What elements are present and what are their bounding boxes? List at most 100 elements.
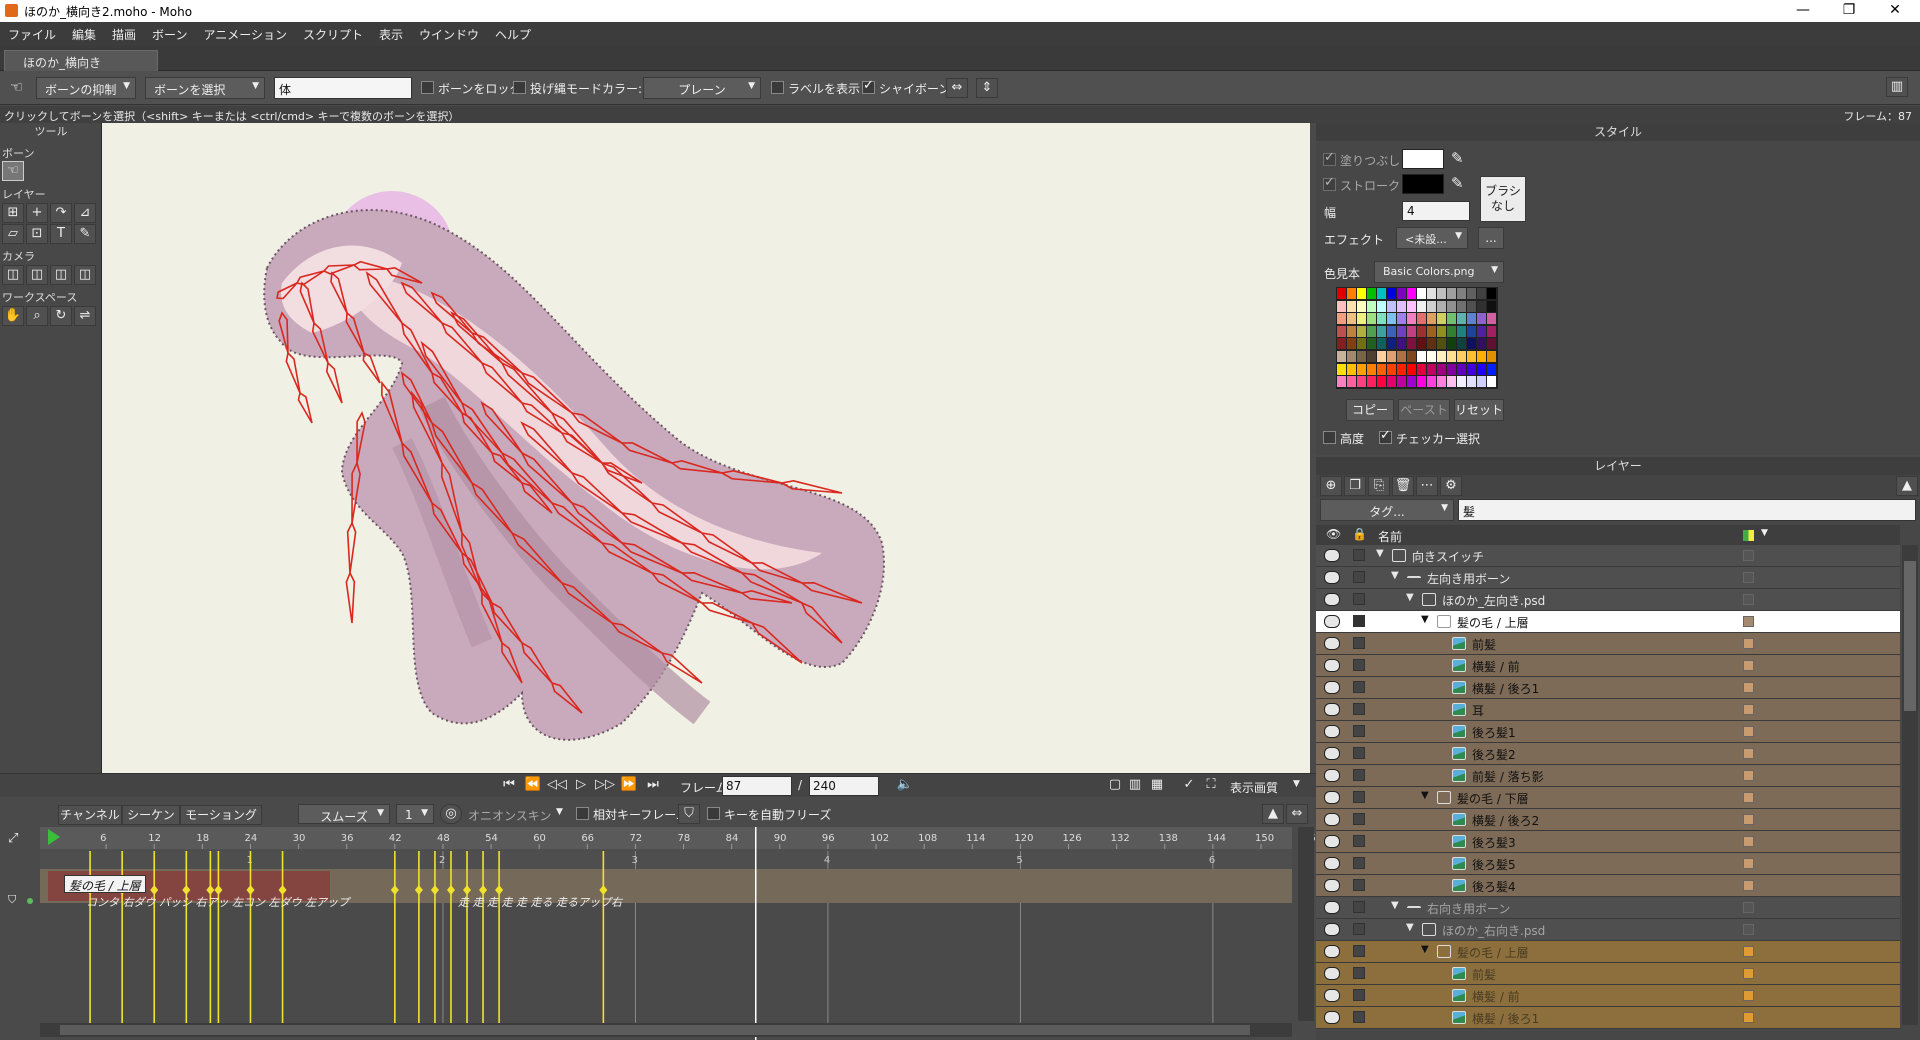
- text-tool[interactable]: T: [50, 224, 72, 244]
- palette-swatch[interactable]: [1447, 363, 1456, 375]
- bone[interactable]: [297, 391, 313, 424]
- quality-dropdown-icon[interactable]: ▼: [1293, 779, 1300, 789]
- timeline-v-scrollbar[interactable]: [1298, 827, 1314, 1021]
- layer-search-input[interactable]: 髪: [1458, 499, 1916, 521]
- step-back-icon[interactable]: ⏪: [522, 776, 544, 796]
- menu-help[interactable]: ヘルプ: [487, 22, 539, 47]
- palette-swatch[interactable]: [1487, 300, 1496, 312]
- palette-swatch[interactable]: [1477, 338, 1486, 350]
- eye-icon[interactable]: [1324, 769, 1340, 782]
- eye-icon[interactable]: [1324, 923, 1340, 936]
- expand-toggle-icon[interactable]: ▼: [1391, 570, 1399, 581]
- lasso-mode-checkbox[interactable]: [513, 81, 526, 94]
- camera-zoom-tool[interactable]: ◫: [26, 265, 48, 285]
- layer-row[interactable]: 後ろ髪4: [1316, 875, 1900, 897]
- eye-icon[interactable]: [1324, 879, 1340, 892]
- brush-button[interactable]: ブラシ なし: [1480, 176, 1526, 222]
- eye-icon[interactable]: [1324, 1011, 1340, 1024]
- palette-swatch[interactable]: [1347, 376, 1356, 388]
- palette-swatch[interactable]: [1487, 338, 1496, 350]
- palette-swatch[interactable]: [1377, 376, 1386, 388]
- transform-layer-tool[interactable]: ⊞: [2, 203, 24, 223]
- layer-color-tag[interactable]: [1743, 792, 1754, 803]
- bone-name-input[interactable]: 体: [274, 77, 412, 99]
- palette-swatch[interactable]: [1417, 325, 1426, 337]
- layer-color-tag[interactable]: [1743, 814, 1754, 825]
- fill-color-swatch[interactable]: [1402, 149, 1444, 169]
- total-frames-input[interactable]: 240: [809, 776, 879, 796]
- palette-swatch[interactable]: [1367, 351, 1376, 362]
- layer-row[interactable]: 横髪 / 後ろ1: [1316, 677, 1900, 699]
- fill-eyedropper-icon[interactable]: ✎: [1451, 149, 1464, 167]
- palette-swatch[interactable]: [1457, 376, 1466, 388]
- show-label-checkbox[interactable]: [771, 81, 784, 94]
- palette-swatch[interactable]: [1457, 338, 1466, 350]
- layer-color-tag[interactable]: [1743, 858, 1754, 869]
- expand-toggle-icon[interactable]: ▼: [1406, 592, 1414, 603]
- translate-layer-tool[interactable]: +: [26, 203, 48, 223]
- layer-lock-toggle[interactable]: [1353, 945, 1365, 957]
- bone[interactable]: [345, 571, 356, 624]
- palette-swatch[interactable]: [1447, 300, 1456, 312]
- palette-swatch[interactable]: [1417, 338, 1426, 350]
- bone-constraint-dropdown[interactable]: ボーンの抑制 ▼: [36, 77, 136, 99]
- layer-row[interactable]: ▼ 髪の毛 / 上層: [1316, 611, 1900, 633]
- eye-icon[interactable]: [1324, 791, 1340, 804]
- layer-row[interactable]: ▼ 左向き用ボーン: [1316, 567, 1900, 589]
- expand-toggle-icon[interactable]: ▼: [1406, 922, 1414, 933]
- palette-swatch[interactable]: [1437, 351, 1446, 362]
- palette-swatch[interactable]: [1347, 325, 1356, 337]
- palette-swatch[interactable]: [1457, 351, 1466, 362]
- palette-swatch[interactable]: [1397, 363, 1406, 375]
- eye-icon[interactable]: [1324, 835, 1340, 848]
- palette-swatch[interactable]: [1437, 376, 1446, 388]
- layer-row[interactable]: 前髪 / 落ち影: [1316, 765, 1900, 787]
- layer-lock-toggle[interactable]: [1353, 835, 1365, 847]
- palette-swatch[interactable]: [1377, 351, 1386, 362]
- palette-swatch[interactable]: [1337, 338, 1346, 350]
- minimize-button[interactable]: —: [1780, 0, 1826, 22]
- rewind-icon[interactable]: ⏮: [498, 776, 520, 796]
- interpolation-count-dropdown[interactable]: 1 ▼: [396, 804, 434, 824]
- duplicate-layer-icon[interactable]: ❐: [1344, 476, 1366, 496]
- layer-color-tag[interactable]: [1743, 638, 1754, 649]
- layer-lock-toggle[interactable]: [1353, 703, 1365, 715]
- fast-forward-icon[interactable]: ⏭: [642, 776, 664, 796]
- palette-swatch[interactable]: [1447, 351, 1456, 362]
- layer-row[interactable]: 後ろ髪3: [1316, 831, 1900, 853]
- effect-more-button[interactable]: ...: [1478, 227, 1504, 249]
- layer-row[interactable]: 後ろ髪1: [1316, 721, 1900, 743]
- palette-swatch[interactable]: [1457, 325, 1466, 337]
- layer-color-tag[interactable]: [1743, 748, 1754, 759]
- volume-icon[interactable]: 🔈: [894, 776, 916, 796]
- layer-row[interactable]: 横髪 / 後ろ1: [1316, 1007, 1900, 1029]
- eye-icon[interactable]: [1324, 637, 1340, 650]
- layer-lock-toggle[interactable]: [1353, 659, 1365, 671]
- layer-row[interactable]: 耳: [1316, 699, 1900, 721]
- camera-roll-tool[interactable]: ◫: [50, 265, 72, 285]
- onion-skin-icon[interactable]: ◎: [440, 804, 462, 824]
- palette-swatch[interactable]: [1357, 363, 1366, 375]
- palette-swatch[interactable]: [1347, 300, 1356, 312]
- collapse-icon[interactable]: ▲: [1896, 476, 1918, 496]
- eye-icon[interactable]: [1324, 659, 1340, 672]
- rotate-layer-tool[interactable]: ↷: [50, 203, 72, 223]
- layer-lock-toggle[interactable]: [1353, 923, 1365, 935]
- palette-swatch[interactable]: [1447, 325, 1456, 337]
- layer-color-tag[interactable]: [1743, 836, 1754, 847]
- palette-swatch[interactable]: [1447, 376, 1456, 388]
- palette-swatch[interactable]: [1367, 376, 1376, 388]
- layer-lock-toggle[interactable]: [1353, 593, 1365, 605]
- palette-swatch[interactable]: [1467, 338, 1476, 350]
- layer-lock-toggle[interactable]: [1353, 571, 1365, 583]
- palette-swatch[interactable]: [1387, 325, 1396, 337]
- palette-swatch[interactable]: [1357, 376, 1366, 388]
- fit-view-icon[interactable]: ⛶: [1200, 776, 1222, 796]
- palette-swatch[interactable]: [1447, 288, 1456, 299]
- eye-icon[interactable]: [1324, 989, 1340, 1002]
- bone-flip-v-icon[interactable]: ⇕: [976, 78, 998, 98]
- menu-window[interactable]: ウインドウ: [411, 22, 487, 47]
- layer-lock-toggle[interactable]: [1353, 857, 1365, 869]
- palette-swatch[interactable]: [1427, 376, 1436, 388]
- palette-swatch[interactable]: [1337, 325, 1346, 337]
